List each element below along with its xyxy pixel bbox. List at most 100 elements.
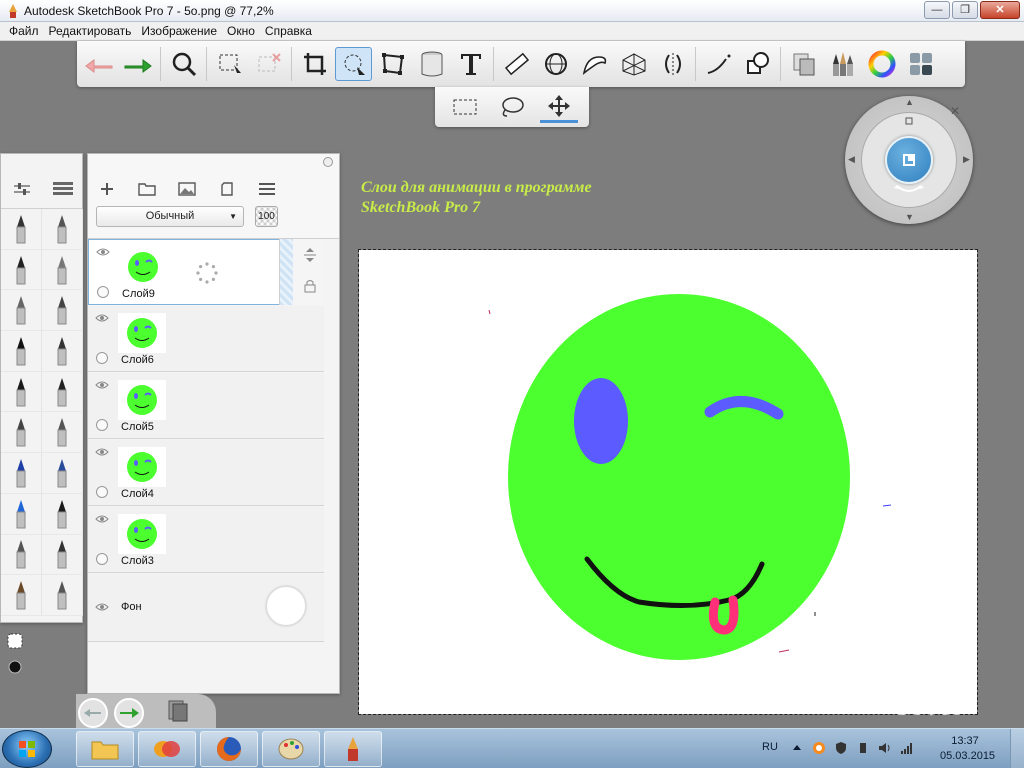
- layer-row[interactable]: Слой5: [88, 373, 324, 439]
- zoom-button[interactable]: [165, 47, 202, 81]
- brush-paint-brush[interactable]: [1, 534, 42, 576]
- avast-icon[interactable]: [812, 741, 826, 755]
- pan-right-icon[interactable]: ▶: [963, 154, 970, 165]
- menu-help[interactable]: Справка: [260, 24, 317, 38]
- ellipse-guide-button[interactable]: [537, 47, 574, 81]
- opacity-control[interactable]: 100: [255, 206, 278, 227]
- clock[interactable]: 13:37 05.03.2015: [940, 734, 995, 764]
- volume-icon[interactable]: [878, 741, 892, 755]
- rect-select-button[interactable]: [446, 91, 484, 123]
- layer-scrollbar[interactable]: [280, 239, 293, 305]
- pan-left-icon[interactable]: ◀: [848, 154, 855, 165]
- clear-layer-button[interactable]: [216, 180, 238, 198]
- brush-bristle-brush[interactable]: [1, 575, 42, 616]
- start-button[interactable]: [2, 730, 52, 768]
- undo-button[interactable]: [80, 47, 117, 81]
- puck-close-icon[interactable]: ✕: [948, 104, 962, 118]
- layer-select-radio[interactable]: [96, 352, 108, 364]
- tray-arrow-icon[interactable]: [790, 741, 804, 755]
- eye-icon[interactable]: [95, 602, 109, 612]
- brushes-button[interactable]: [824, 47, 861, 81]
- fill-button[interactable]: [413, 47, 450, 81]
- layer-select-radio[interactable]: [96, 486, 108, 498]
- brush-flat-brush[interactable]: [42, 534, 83, 576]
- puck-center-button[interactable]: [885, 136, 933, 184]
- brush-ink-pen[interactable]: [1, 331, 42, 372]
- language-indicator[interactable]: RU: [762, 741, 778, 753]
- redo-button[interactable]: [119, 47, 156, 81]
- maximize-button[interactable]: ❐: [952, 1, 978, 19]
- quick-select-icon[interactable]: [6, 632, 24, 650]
- brush-ink-bottle[interactable]: [42, 493, 83, 535]
- layer-menu-button[interactable]: [256, 180, 278, 198]
- crop-button[interactable]: [296, 47, 333, 81]
- color-wheel-button[interactable]: [863, 47, 900, 81]
- layer-thumbnails-icon[interactable]: [168, 700, 188, 722]
- text-button[interactable]: [452, 47, 489, 81]
- eye-icon[interactable]: [95, 380, 109, 390]
- french-curve-button[interactable]: [576, 47, 613, 81]
- distort-button[interactable]: [374, 47, 411, 81]
- usb-icon[interactable]: [856, 741, 870, 755]
- select-button[interactable]: [211, 47, 248, 81]
- background-layer-row[interactable]: Фон: [88, 574, 324, 642]
- taskbar-paint[interactable]: [262, 731, 320, 767]
- color-swatch-icon[interactable]: [8, 660, 22, 674]
- menu-edit[interactable]: Редактировать: [44, 24, 137, 38]
- prev-button[interactable]: [78, 698, 108, 728]
- layer-select-radio[interactable]: [96, 553, 108, 565]
- copy-button[interactable]: [785, 47, 822, 81]
- symmetry-button[interactable]: [654, 47, 691, 81]
- brush-pencil[interactable]: [1, 209, 42, 250]
- add-group-button[interactable]: [136, 180, 158, 198]
- move-button[interactable]: [540, 91, 579, 123]
- taskbar-explorer[interactable]: [76, 731, 134, 767]
- brush-library-icon[interactable]: [53, 182, 73, 196]
- stroke-button[interactable]: [700, 47, 737, 81]
- layer-row[interactable]: Слой4: [88, 440, 324, 506]
- next-button[interactable]: [114, 698, 144, 728]
- eye-icon[interactable]: [95, 447, 109, 457]
- background-color-swatch[interactable]: [266, 586, 306, 626]
- lasso-select-button[interactable]: [493, 91, 531, 123]
- brush-hard-eraser[interactable]: [42, 371, 83, 413]
- taskbar-app[interactable]: [138, 731, 196, 767]
- clear-selection-button[interactable]: [250, 47, 287, 81]
- blend-mode-dropdown[interactable]: Обычный ▼: [96, 206, 244, 227]
- brush-fan-brush[interactable]: [42, 575, 83, 616]
- panel-option-dot[interactable]: [323, 157, 333, 167]
- layer-row[interactable]: Слой6: [88, 306, 324, 372]
- pan-down-icon[interactable]: ▼: [905, 212, 914, 222]
- minimize-button[interactable]: —: [924, 1, 950, 19]
- drawing-canvas[interactable]: [358, 249, 978, 715]
- lasso-transform-button[interactable]: [335, 47, 372, 81]
- brush-blue-pen[interactable]: [42, 453, 83, 494]
- brush-properties-icon[interactable]: [13, 182, 31, 196]
- taskbar-firefox[interactable]: [200, 731, 258, 767]
- rotate-icon[interactable]: [893, 184, 925, 196]
- move-layer-icon[interactable]: [302, 247, 318, 263]
- ruler-button[interactable]: [498, 47, 535, 81]
- brush-fine-brush[interactable]: [42, 290, 83, 332]
- palette-button[interactable]: [902, 47, 939, 81]
- brush-felt-pen[interactable]: [1, 412, 42, 454]
- brush-airbrush[interactable]: [1, 493, 42, 535]
- shape-button[interactable]: [739, 47, 776, 81]
- eye-icon[interactable]: [95, 514, 109, 524]
- taskbar-sketchbook[interactable]: [324, 731, 382, 767]
- menu-window[interactable]: Окно: [222, 24, 260, 38]
- brush-ballpoint-pen[interactable]: [1, 290, 42, 332]
- network-shield-icon[interactable]: [834, 741, 848, 755]
- brush-eraser[interactable]: [1, 371, 42, 413]
- add-layer-button[interactable]: [96, 180, 118, 198]
- layer-select-radio[interactable]: [96, 419, 108, 431]
- brush-marker[interactable]: [1, 249, 42, 291]
- eye-icon[interactable]: [95, 313, 109, 323]
- show-desktop-button[interactable]: [1010, 729, 1024, 768]
- layer-select-radio[interactable]: [97, 286, 109, 298]
- layer-row[interactable]: Слой3: [88, 507, 324, 573]
- brush-technical-pen[interactable]: [42, 209, 83, 250]
- zoom-small-icon[interactable]: [904, 116, 914, 126]
- close-button[interactable]: ✕: [980, 1, 1020, 19]
- wifi-signal-icon[interactable]: [900, 741, 914, 755]
